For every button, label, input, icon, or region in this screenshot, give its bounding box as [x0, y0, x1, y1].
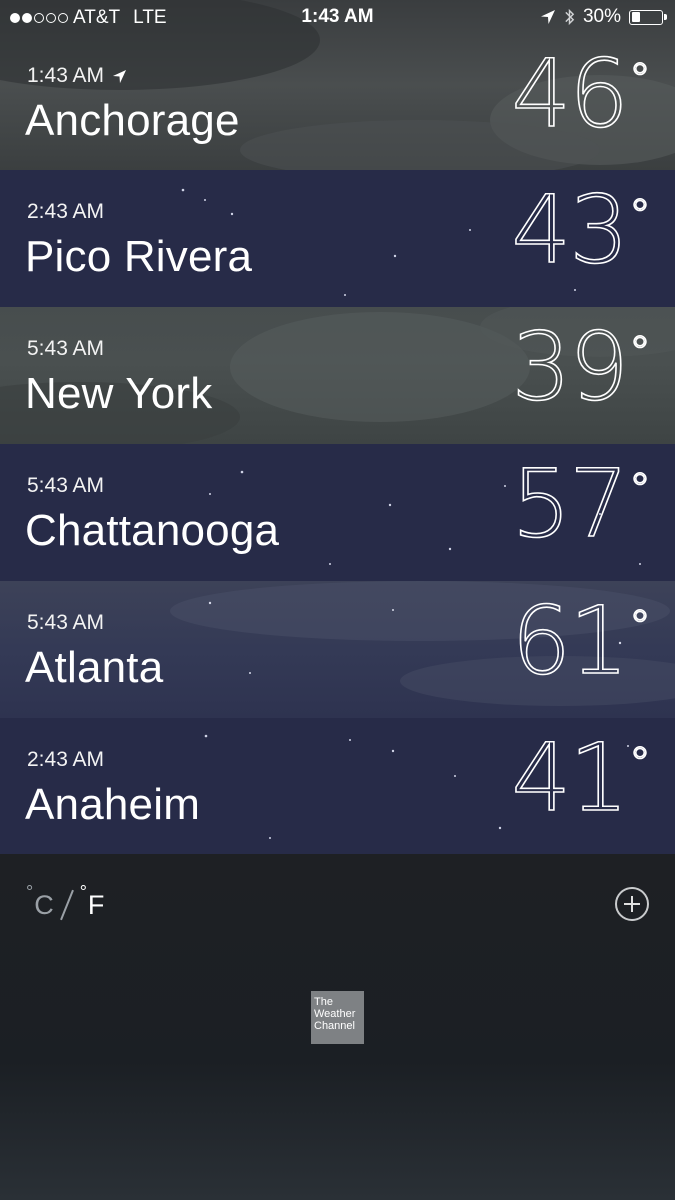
status-right: 30%: [540, 6, 667, 28]
location-arrow-icon: [113, 69, 127, 83]
city-local-time: 2:43 AM: [27, 200, 104, 224]
degree-symbol: °: [79, 881, 87, 902]
battery-percentage: 30%: [582, 6, 621, 27]
degree-symbol: °: [26, 881, 34, 902]
unit-divider: [59, 889, 74, 921]
list-footer: °C °F The Weather Channel: [0, 854, 675, 1200]
city-row-anaheim[interactable]: 2:43 AM Anaheim 41°: [0, 718, 675, 855]
temperature-value: 46: [511, 40, 630, 149]
temperature-value: 41: [511, 724, 630, 833]
city-local-time: 5:43 AM: [27, 611, 104, 635]
degree-symbol: °: [628, 190, 652, 241]
weather-channel-logo[interactable]: The Weather Channel: [311, 991, 364, 1044]
city-row-pico-rivera[interactable]: 2:43 AM Pico Rivera 43°: [0, 170, 675, 307]
temperature-value: 39: [511, 313, 630, 422]
city-local-time: 1:43 AM: [27, 64, 127, 88]
logo-line: The: [314, 996, 333, 1008]
location-arrow-icon: [540, 10, 555, 24]
city-name: New York: [25, 369, 213, 418]
degree-symbol: °: [628, 327, 652, 378]
celsius-label: C: [34, 889, 54, 920]
city-name: Pico Rivera: [25, 232, 253, 281]
city-row-atlanta[interactable]: 5:43 AM Atlanta 61°: [0, 581, 675, 718]
degree-symbol: °: [628, 54, 652, 105]
degree-symbol: °: [628, 601, 652, 652]
time-text: 1:43 AM: [27, 64, 105, 87]
city-name: Anchorage: [25, 96, 240, 145]
city-name: Chattanooga: [25, 506, 280, 555]
temperature-value: 43: [511, 176, 630, 285]
bluetooth-icon: [565, 8, 575, 26]
status-bar: AT&T LTE 1:43 AM 30%: [0, 0, 675, 34]
city-name: Anaheim: [25, 780, 201, 829]
city-temperature: 39°: [511, 320, 652, 416]
city-temperature: 41°: [511, 731, 652, 827]
city-temperature: 46°: [511, 47, 652, 143]
battery-icon: [629, 9, 667, 25]
battery-fill: [631, 12, 640, 22]
city-row-new-york[interactable]: 5:43 AM New York 39°: [0, 307, 675, 444]
fahrenheit-label: F: [87, 889, 105, 920]
city-temperature: 57°: [511, 457, 652, 553]
add-city-button[interactable]: [615, 887, 649, 921]
weather-city-list-screen: AT&T LTE 1:43 AM 30% 1:43 AM Anchorage 4…: [0, 0, 675, 1200]
temperature-value: 57: [511, 450, 630, 559]
logo-line: Weather: [314, 1008, 356, 1020]
battery-tip: [664, 14, 667, 20]
time-text: 2:43 AM: [27, 748, 105, 771]
city-list: 1:43 AM Anchorage 46° 2:43 AM Pico River…: [0, 0, 675, 855]
time-text: 5:43 AM: [27, 611, 105, 634]
time-text: 5:43 AM: [27, 474, 105, 497]
city-temperature: 61°: [511, 594, 652, 690]
degree-symbol: °: [628, 738, 652, 789]
fahrenheit-option[interactable]: °F: [80, 882, 105, 921]
city-row-chattanooga[interactable]: 5:43 AM Chattanooga 57°: [0, 444, 675, 581]
celsius-option[interactable]: °C: [26, 882, 54, 921]
temperature-value: 61: [511, 587, 630, 696]
city-local-time: 5:43 AM: [27, 337, 104, 361]
city-name: Atlanta: [25, 643, 164, 692]
degree-symbol: °: [628, 464, 652, 515]
time-text: 2:43 AM: [27, 200, 105, 223]
city-local-time: 5:43 AM: [27, 474, 104, 498]
city-local-time: 2:43 AM: [27, 748, 104, 772]
temperature-unit-toggle[interactable]: °C °F: [26, 882, 105, 921]
city-temperature: 43°: [511, 183, 652, 279]
logo-line: Channel: [314, 1020, 355, 1032]
time-text: 5:43 AM: [27, 337, 105, 360]
